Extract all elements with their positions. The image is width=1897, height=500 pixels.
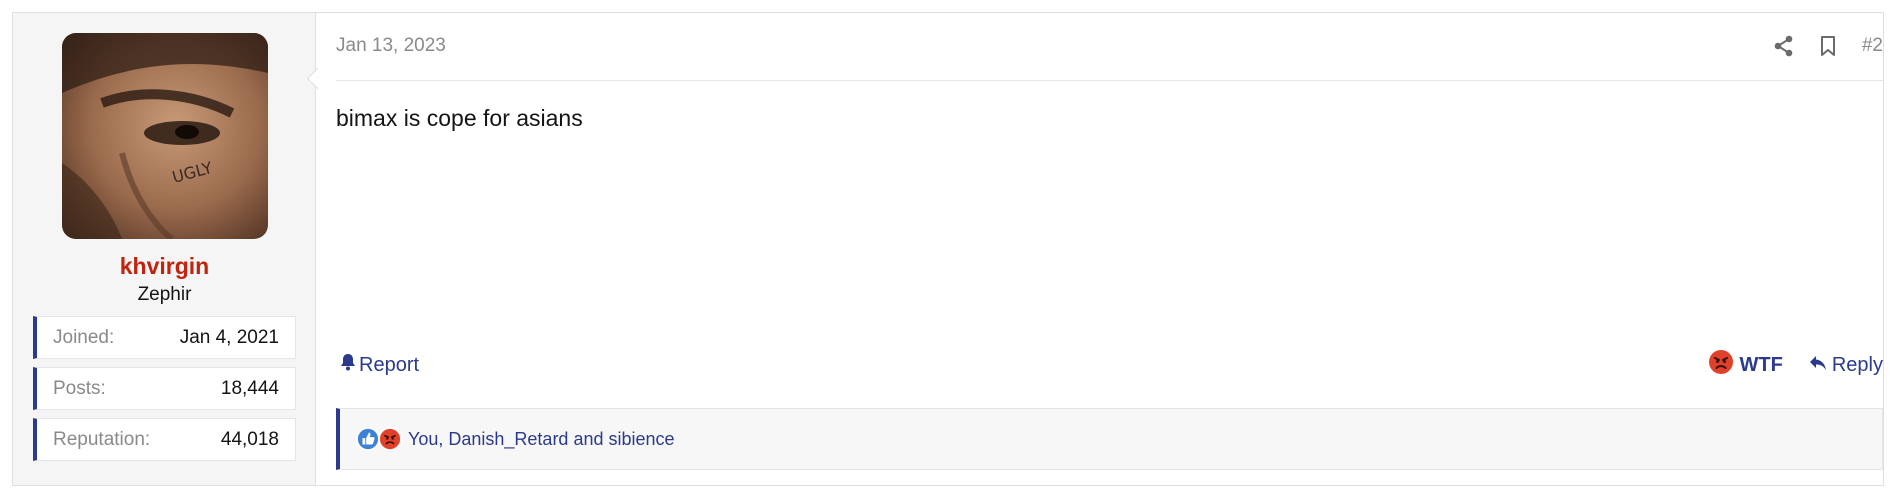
angry-face-icon — [1708, 349, 1734, 381]
reactions-bar: You, Danish_Retard and sibience — [336, 408, 1883, 470]
angry-reaction-icon — [378, 427, 402, 451]
reactions-summary-link[interactable]: You, Danish_Retard and sibience — [408, 429, 675, 450]
post-header-divider — [336, 80, 1883, 81]
like-reaction-icon — [356, 427, 380, 451]
avatar-image: UGLY — [62, 33, 268, 239]
stat-label: Posts: — [53, 377, 106, 399]
post-number[interactable]: #2 — [1862, 35, 1883, 57]
stat-label: Reputation: — [53, 428, 151, 450]
post-main: Jan 13, 2023 #2 bimax is cope for asians — [336, 13, 1883, 485]
avatar[interactable]: UGLY — [62, 33, 268, 239]
bell-icon — [340, 353, 356, 377]
reaction-button[interactable]: WTF — [1708, 349, 1783, 381]
stat-value: 44,018 — [220, 428, 279, 450]
user-info-panel: UGLY khvirgin Zephir Joined: Jan 4, 2021… — [13, 13, 316, 485]
report-button[interactable]: Report — [340, 353, 419, 377]
bookmark-icon[interactable] — [1820, 35, 1836, 57]
reply-button[interactable]: Reply — [1809, 354, 1883, 377]
post-container: UGLY khvirgin Zephir Joined: Jan 4, 2021… — [12, 12, 1884, 486]
reaction-icons — [356, 427, 402, 451]
post-footer-actions: WTF Reply — [1708, 349, 1883, 381]
stat-value: Jan 4, 2021 — [179, 326, 279, 348]
username-link[interactable]: khvirgin — [13, 253, 316, 280]
report-label: Report — [359, 353, 420, 376]
share-icon[interactable] — [1774, 35, 1794, 57]
stat-value: 18,444 — [220, 377, 279, 399]
reply-label: Reply — [1831, 353, 1883, 376]
reply-arrow-icon — [1809, 354, 1827, 377]
stat-posts: Posts: 18,444 — [33, 367, 296, 410]
post-body: bimax is cope for asians — [336, 105, 583, 131]
post-date[interactable]: Jan 13, 2023 — [336, 35, 446, 57]
reaction-label: WTF — [1739, 353, 1783, 376]
post-top-actions: #2 — [1774, 33, 1883, 59]
stat-reputation: Reputation: 44,018 — [33, 418, 296, 461]
user-title: Zephir — [137, 284, 192, 305]
stat-joined: Joined: Jan 4, 2021 — [33, 316, 296, 359]
stat-label: Joined: — [53, 326, 115, 348]
